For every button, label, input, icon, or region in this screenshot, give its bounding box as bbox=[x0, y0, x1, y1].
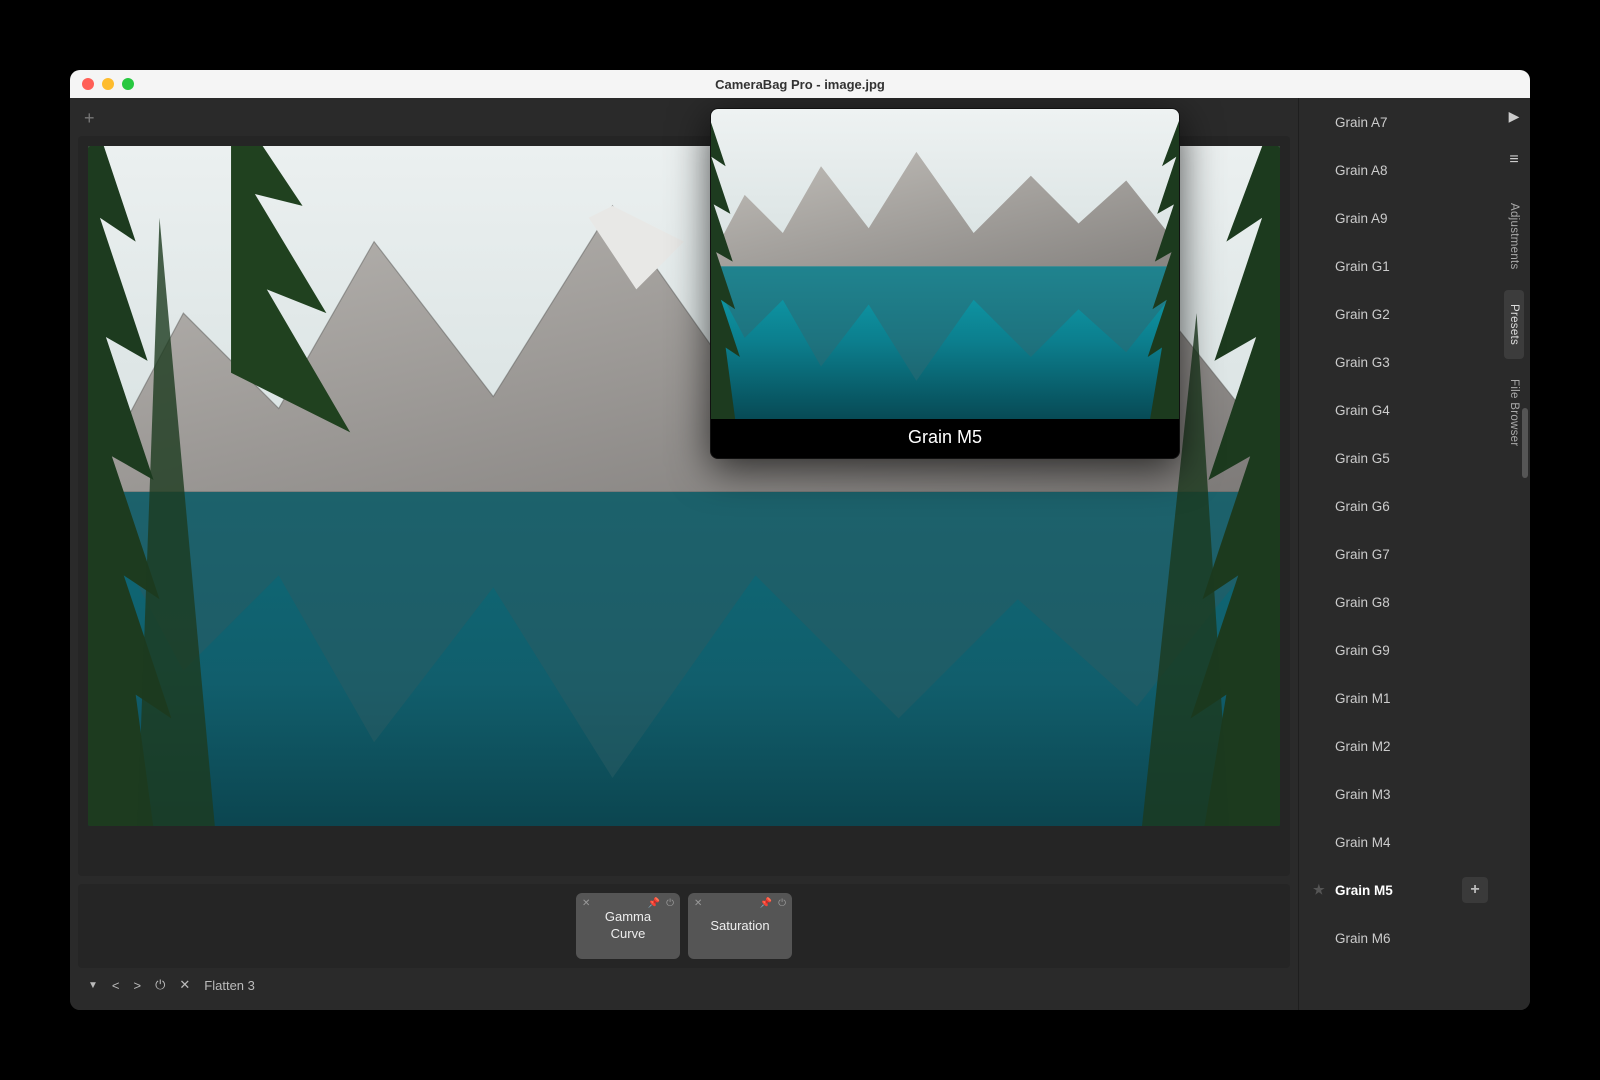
power-icon[interactable]: ⏻ bbox=[778, 897, 786, 910]
menu-icon[interactable]: ≡ bbox=[1509, 151, 1518, 169]
preset-list[interactable]: Grain A7Grain A8Grain A9Grain G1Grain G2… bbox=[1299, 98, 1498, 1010]
filter-chip-saturation[interactable]: ✕ 📌 ⏻ Saturation bbox=[688, 893, 792, 959]
preset-item[interactable]: Grain M5+ bbox=[1299, 866, 1498, 914]
zoom-window-button[interactable] bbox=[122, 78, 134, 90]
preset-preview-label: Grain M5 bbox=[711, 419, 1179, 458]
preset-item[interactable]: Grain G6 bbox=[1299, 482, 1498, 530]
preset-item[interactable]: Grain M6 bbox=[1299, 914, 1498, 962]
preset-preview-image bbox=[711, 109, 1179, 419]
add-tab-button[interactable]: + bbox=[84, 108, 95, 129]
preset-item[interactable]: Grain G4 bbox=[1299, 386, 1498, 434]
filter-chip-label: Gamma Curve bbox=[605, 909, 651, 943]
power-icon[interactable]: ⏻ bbox=[155, 977, 165, 993]
preset-item[interactable]: Grain G1 bbox=[1299, 242, 1498, 290]
preset-item[interactable]: Grain G7 bbox=[1299, 530, 1498, 578]
preset-item[interactable]: Grain A7 bbox=[1299, 98, 1498, 146]
bottom-toolbar: ▼ < > ⏻ ✕ Flatten 3 bbox=[78, 968, 1290, 1002]
flatten-label: Flatten 3 bbox=[204, 978, 255, 993]
tab-presets[interactable]: Presets bbox=[1504, 290, 1524, 359]
titlebar: CameraBag Pro - image.jpg bbox=[70, 70, 1530, 98]
preset-item[interactable]: Grain M4 bbox=[1299, 818, 1498, 866]
right-panels: Grain A7Grain A8Grain A9Grain G1Grain G2… bbox=[1298, 98, 1530, 1010]
pin-icon[interactable]: 📌 bbox=[760, 897, 772, 910]
play-icon[interactable]: ▶ bbox=[1509, 108, 1520, 125]
prev-icon[interactable]: < bbox=[112, 978, 120, 993]
filter-chip-label: Saturation bbox=[710, 918, 769, 935]
pin-icon[interactable]: 📌 bbox=[648, 897, 660, 910]
filter-strip: ✕ 📌 ⏻ Gamma Curve ✕ 📌 ⏻ Saturation bbox=[78, 884, 1290, 968]
next-icon[interactable]: > bbox=[134, 978, 142, 993]
main-area: + bbox=[70, 98, 1298, 1010]
tab-adjustments[interactable]: Adjustments bbox=[1504, 189, 1524, 284]
traffic-lights bbox=[70, 78, 134, 90]
app-body: + bbox=[70, 98, 1530, 1010]
tab-file-browser[interactable]: File Browser bbox=[1504, 365, 1524, 461]
filter-chip-gamma-curve[interactable]: ✕ 📌 ⏻ Gamma Curve bbox=[576, 893, 680, 959]
preset-item[interactable]: Grain G3 bbox=[1299, 338, 1498, 386]
window-title: CameraBag Pro - image.jpg bbox=[70, 77, 1530, 92]
preset-item[interactable]: Grain G8 bbox=[1299, 578, 1498, 626]
preset-item[interactable]: Grain G9 bbox=[1299, 626, 1498, 674]
minimize-window-button[interactable] bbox=[102, 78, 114, 90]
preset-item[interactable]: Grain M3 bbox=[1299, 770, 1498, 818]
app-window: CameraBag Pro - image.jpg + bbox=[70, 70, 1530, 1010]
close-icon[interactable]: ✕ bbox=[694, 897, 702, 910]
scrollbar-thumb[interactable] bbox=[1522, 408, 1528, 478]
close-window-button[interactable] bbox=[82, 78, 94, 90]
preset-panel: Grain A7Grain A8Grain A9Grain G1Grain G2… bbox=[1298, 98, 1498, 1010]
preset-item[interactable]: Grain G2 bbox=[1299, 290, 1498, 338]
preset-item[interactable]: Grain M2 bbox=[1299, 722, 1498, 770]
close-icon[interactable]: ✕ bbox=[582, 897, 590, 910]
add-preset-button[interactable]: + bbox=[1462, 877, 1488, 903]
preset-item[interactable]: Grain G5 bbox=[1299, 434, 1498, 482]
sidebar-tabs: ▶ ≡ Adjustments Presets File Browser bbox=[1498, 98, 1530, 1010]
preset-preview-popover: Grain M5 bbox=[710, 108, 1180, 459]
preset-item[interactable]: Grain A8 bbox=[1299, 146, 1498, 194]
close-icon[interactable]: ✕ bbox=[179, 977, 190, 993]
preset-item[interactable]: Grain M1 bbox=[1299, 674, 1498, 722]
power-icon[interactable]: ⏻ bbox=[666, 897, 674, 910]
preset-item[interactable]: Grain A9 bbox=[1299, 194, 1498, 242]
collapse-icon[interactable]: ▼ bbox=[88, 980, 98, 991]
